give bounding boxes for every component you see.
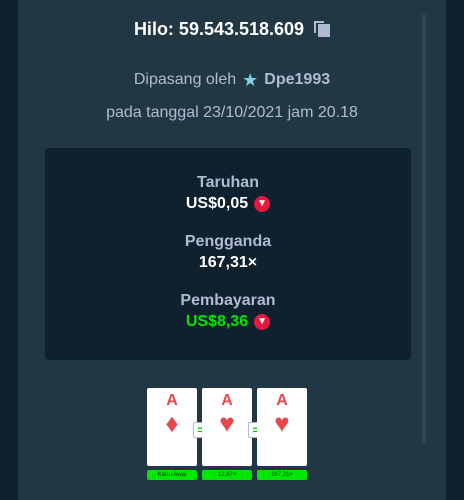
bet-amount-value: US$0,05: [185, 195, 249, 212]
copy-icon[interactable]: [314, 21, 331, 37]
bet-detail-panel: Hilo: 59.543.518.609 Dipasang oleh ★ Dpe…: [18, 0, 446, 500]
bet-amount-value-row: US$0,05 ▼: [45, 195, 411, 213]
placed-by-prefix: Dipasang oleh: [133, 71, 237, 88]
diamond-suit-icon: ♦: [165, 408, 179, 438]
card-history: A ♦ Kartu Awal = A ♥ 12,87× = A ♥ 167,31…: [18, 388, 446, 484]
payout-value-row: US$8,36 ▼: [45, 313, 411, 331]
heart-suit-icon: ♥: [219, 408, 235, 438]
bet-amount-stat: Taruhan US$0,05 ▼: [45, 174, 411, 213]
username-link[interactable]: Dpe1993: [264, 71, 330, 89]
tron-coin-icon: ▼: [254, 314, 271, 330]
right-gutter: [446, 0, 464, 500]
playing-card: A ♥: [202, 388, 252, 466]
bet-amount-label: Taruhan: [197, 174, 259, 191]
bet-stats-box: Taruhan US$0,05 ▼ Pengganda 167,31× Pemb…: [45, 148, 411, 360]
bet-date: pada tanggal 23/10/2021 jam 20.18: [106, 104, 358, 121]
bet-title: Hilo: 59.543.518.609: [133, 18, 305, 39]
playing-card: A ♥: [257, 388, 307, 466]
star-icon: ★: [242, 70, 259, 90]
multiplier-label: Pengganda: [184, 233, 272, 250]
placed-by-row: Dipasang oleh ★ Dpe1993: [18, 70, 446, 90]
left-gutter: [0, 0, 18, 500]
card-label: 12,87×: [202, 470, 252, 480]
multiplier-value: 167,31×: [198, 254, 258, 271]
multiplier-stat: Pengganda 167,31×: [45, 233, 411, 272]
card-label: 167,31×: [257, 470, 307, 480]
payout-value: US$8,36: [185, 313, 249, 330]
card-label: Kartu Awal: [147, 470, 197, 480]
multiplier-value-row: 167,31×: [45, 254, 411, 272]
payout-stat: Pembayaran US$8,36 ▼: [45, 292, 411, 331]
copy-icon-front: [318, 24, 331, 37]
tron-coin-icon: ▼: [254, 196, 271, 212]
playing-card: A ♦: [147, 388, 197, 466]
heart-suit-icon: ♥: [274, 408, 290, 438]
bet-title-row: Hilo: 59.543.518.609: [18, 18, 446, 40]
payout-label: Pembayaran: [180, 292, 276, 309]
